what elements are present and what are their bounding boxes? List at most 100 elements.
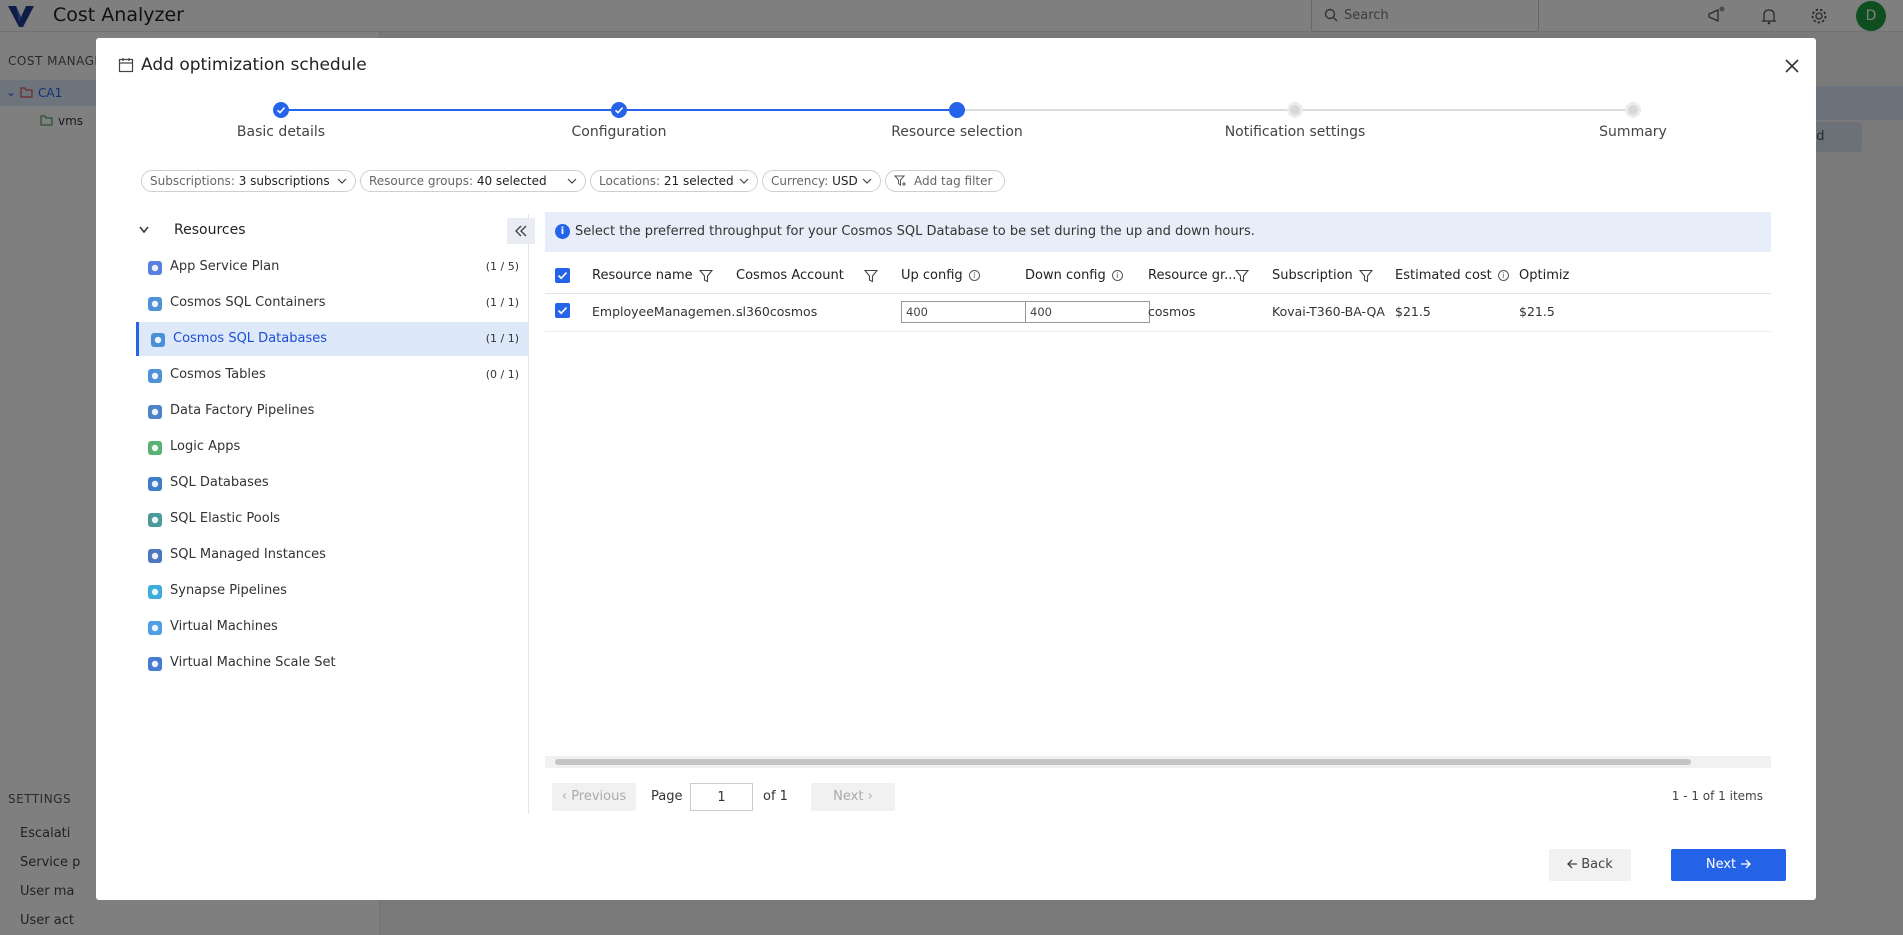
subscriptions-filter[interactable]: Subscriptions: 3 subscriptions — [141, 170, 356, 192]
resource-type-item[interactable]: SQL Databases — [136, 466, 529, 500]
arrow-right-icon — [1741, 859, 1752, 869]
resource-type-count: (1 / 5) — [485, 260, 519, 273]
filter-key: Currency: — [771, 174, 829, 188]
step-1-check-icon — [273, 102, 289, 118]
filter-value: 40 selected — [476, 174, 547, 188]
resource-type-item[interactable]: SQL Elastic Pools — [136, 502, 529, 536]
column-cosmos-account[interactable]: Cosmos Account — [736, 268, 844, 283]
info-circle-icon[interactable]: i — [1111, 270, 1123, 281]
resource-type-label: Cosmos SQL Databases — [173, 331, 327, 346]
column-resource-group[interactable]: Resource gr... — [1148, 268, 1237, 283]
step-5-dot — [1625, 102, 1641, 118]
row-checkbox[interactable] — [555, 303, 570, 318]
next-page-button[interactable]: Next › — [811, 783, 895, 811]
chevron-down-icon — [139, 226, 149, 234]
scrollbar-thumb[interactable] — [555, 759, 1691, 765]
cosmos-icon — [146, 295, 164, 313]
modal-title: Add optimization schedule — [141, 55, 367, 75]
collapse-panel-button[interactable] — [507, 218, 535, 244]
next-button[interactable]: Next — [1671, 849, 1786, 881]
resource-type-label: Logic Apps — [170, 439, 241, 454]
resource-type-item[interactable]: App Service Plan (1 / 5) — [136, 250, 529, 284]
filter-key: Resource groups: — [369, 174, 473, 188]
cell-resource-group: cosmos — [1148, 304, 1196, 319]
resource-type-item[interactable]: Virtual Machines — [136, 610, 529, 644]
currency-filter[interactable]: Currency: USD — [762, 170, 881, 192]
resource-type-item[interactable]: Cosmos SQL Containers (1 / 1) — [136, 286, 529, 320]
close-icon[interactable] — [1781, 55, 1803, 77]
resource-type-label: App Service Plan — [170, 259, 280, 274]
step-configuration: Configuration — [571, 124, 667, 140]
app-service-plan-icon — [146, 259, 164, 277]
page-number-input[interactable] — [690, 783, 753, 811]
resource-type-item[interactable]: Cosmos Tables (0 / 1) — [136, 358, 529, 392]
resource-groups-filter[interactable]: Resource groups: 40 selected — [360, 170, 586, 192]
next-label: Next — [1705, 857, 1737, 872]
add-tag-filter-button[interactable]: Add tag filter — [885, 170, 1005, 192]
column-resource-name[interactable]: Resource name — [592, 268, 693, 283]
down-config-input[interactable] — [1025, 301, 1150, 323]
resource-type-item[interactable]: Cosmos SQL Databases (1 / 1) — [136, 322, 529, 356]
chevron-down-icon — [337, 178, 347, 184]
up-config-input[interactable] — [901, 301, 1026, 323]
resources-header-label: Resources — [174, 222, 246, 238]
info-banner: i Select the preferred throughput for yo… — [545, 212, 1771, 252]
step-basic-details: Basic details — [236, 124, 326, 140]
previous-page-button[interactable]: ‹ Previous — [552, 783, 636, 811]
info-circle-icon[interactable]: i — [1497, 270, 1509, 281]
resource-type-item[interactable]: SQL Managed Instances — [136, 538, 529, 572]
resource-type-panel: Resources App Service Plan (1 / 5) Cosmos … — [136, 214, 535, 814]
filter-value: Add tag filter — [914, 174, 993, 188]
resource-type-item[interactable]: Logic Apps — [136, 430, 529, 464]
filter-icon[interactable] — [1359, 269, 1373, 283]
resource-type-item[interactable]: Data Factory Pipelines — [136, 394, 529, 428]
resource-type-count: (0 / 1) — [485, 368, 519, 381]
filter-key: Locations: — [599, 174, 661, 188]
horizontal-scrollbar[interactable] — [545, 756, 1771, 768]
column-estimated-cost[interactable]: Estimated cost — [1395, 268, 1492, 283]
resources-header[interactable]: Resources — [136, 214, 528, 246]
resource-type-item[interactable]: Virtual Machine Scale Set — [136, 646, 529, 680]
locations-filter[interactable]: Locations: 21 selected — [590, 170, 758, 192]
page-total: of 1 — [763, 789, 788, 804]
sql-managed-instance-icon — [146, 547, 164, 565]
virtual-machine-icon — [146, 619, 164, 637]
calendar-icon — [118, 58, 134, 73]
filter-value: USD — [832, 174, 858, 188]
cell-cosmos-account: sl360cosmos — [736, 304, 818, 319]
sql-database-icon — [146, 475, 164, 493]
cell-optimized-cost: $21.5 — [1519, 304, 1555, 319]
resource-type-item[interactable]: Synapse Pipelines — [136, 574, 529, 608]
synapse-icon — [146, 583, 164, 601]
chevron-down-icon — [862, 178, 872, 184]
filter-key: Subscriptions: — [150, 174, 235, 188]
resource-type-label: Cosmos SQL Containers — [170, 295, 326, 310]
back-label: Back — [1581, 857, 1613, 872]
filter-icon[interactable] — [1235, 269, 1249, 283]
table-row[interactable]: EmployeeManagemen... sl360cosmos cosmos … — [545, 294, 1771, 332]
info-circle-icon[interactable]: i — [968, 270, 980, 281]
step-2-check-icon — [611, 102, 627, 118]
cosmos-icon — [146, 367, 164, 385]
cell-subscription: Kovai-T360-BA-QA — [1272, 304, 1385, 319]
column-up-config[interactable]: Up config — [901, 268, 963, 283]
chevron-down-icon — [567, 178, 577, 184]
back-button[interactable]: Back — [1549, 849, 1631, 881]
logic-apps-icon — [146, 439, 164, 457]
resource-type-label: Virtual Machines — [170, 619, 278, 634]
column-optimized-cost[interactable]: Optimiz — [1519, 268, 1569, 283]
items-count: 1 - 1 of 1 items — [1671, 789, 1763, 803]
resource-type-label: SQL Managed Instances — [170, 547, 326, 562]
resource-type-label: Synapse Pipelines — [170, 583, 287, 598]
filter-icon[interactable] — [699, 269, 713, 283]
grid-header: Resource name Cosmos Account Up config i … — [545, 258, 1771, 294]
cell-estimated-cost: $21.5 — [1395, 304, 1431, 319]
resource-type-label: Cosmos Tables — [170, 367, 266, 382]
column-down-config[interactable]: Down config — [1025, 268, 1106, 283]
column-subscription[interactable]: Subscription — [1272, 268, 1353, 283]
filter-icon[interactable] — [864, 269, 878, 283]
select-all-checkbox[interactable] — [555, 268, 570, 283]
next-label: Next — [833, 789, 864, 804]
resource-type-label: SQL Elastic Pools — [170, 511, 281, 526]
filter-plus-icon — [894, 175, 906, 186]
